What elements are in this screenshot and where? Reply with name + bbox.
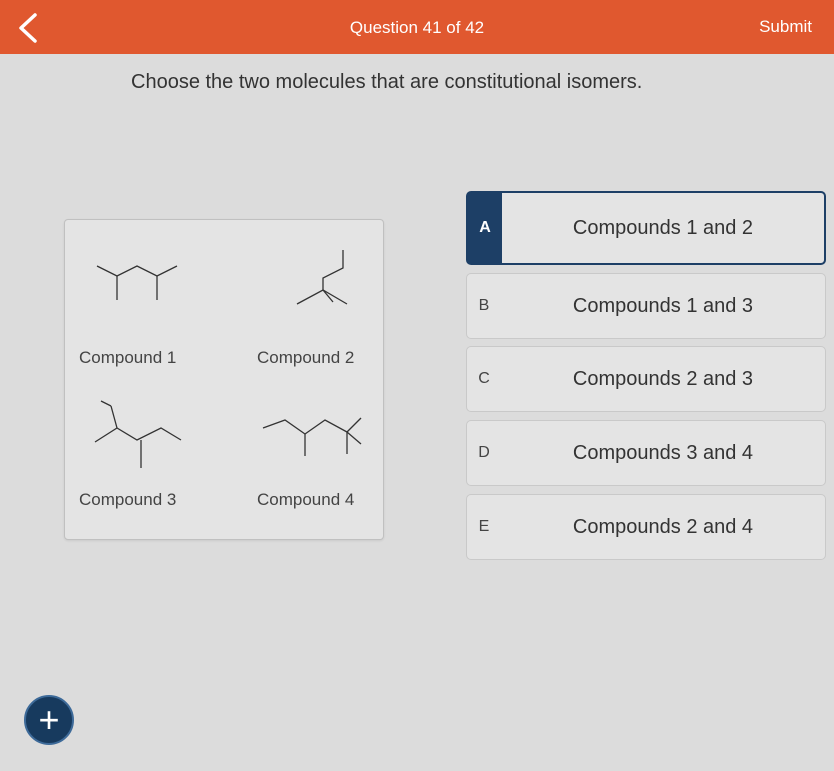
submit-button[interactable]: Submit — [759, 17, 812, 37]
answer-option-a[interactable]: A Compounds 1 and 2 — [466, 191, 826, 265]
compound-2-structure — [296, 250, 348, 305]
question-prompt: Choose the two molecules that are consti… — [131, 71, 643, 93]
option-text: Compounds 2 and 3 — [572, 367, 754, 390]
option-letter: B — [478, 297, 490, 314]
option-text: Compounds 1 and 2 — [572, 216, 754, 239]
compound-1-structure — [96, 265, 178, 300]
compound-2-label: Compound 2 — [257, 348, 355, 367]
compounds-card: Compound 1 Compound 2 Compound 3 Compoun… — [64, 219, 384, 540]
answer-option-b[interactable]: B Compounds 1 and 3 — [466, 273, 826, 339]
option-letter: E — [478, 518, 490, 535]
option-text: Compounds 3 and 4 — [572, 441, 754, 464]
option-text: Compounds 1 and 3 — [572, 294, 754, 317]
answer-option-e[interactable]: E Compounds 2 and 4 — [466, 494, 826, 560]
compound-1-label: Compound 1 — [79, 348, 177, 367]
question-counter: Question 41 of 42 — [349, 18, 485, 37]
option-letter: C — [478, 370, 490, 387]
compound-3-structure — [94, 400, 182, 468]
option-letter: A — [468, 193, 502, 263]
option-letter: D — [478, 444, 490, 461]
header-bar: Question 41 of 42 Submit — [0, 0, 834, 54]
compound-4-structure — [262, 417, 362, 456]
option-text: Compounds 2 and 4 — [572, 515, 754, 538]
plus-icon: + — [38, 699, 60, 740]
answer-option-c[interactable]: C Compounds 2 and 3 — [466, 346, 826, 412]
compound-3-label: Compound 3 — [79, 490, 177, 509]
answer-option-d[interactable]: D Compounds 3 and 4 — [466, 420, 826, 486]
compound-4-label: Compound 4 — [257, 490, 355, 509]
add-button[interactable]: + — [24, 695, 74, 745]
